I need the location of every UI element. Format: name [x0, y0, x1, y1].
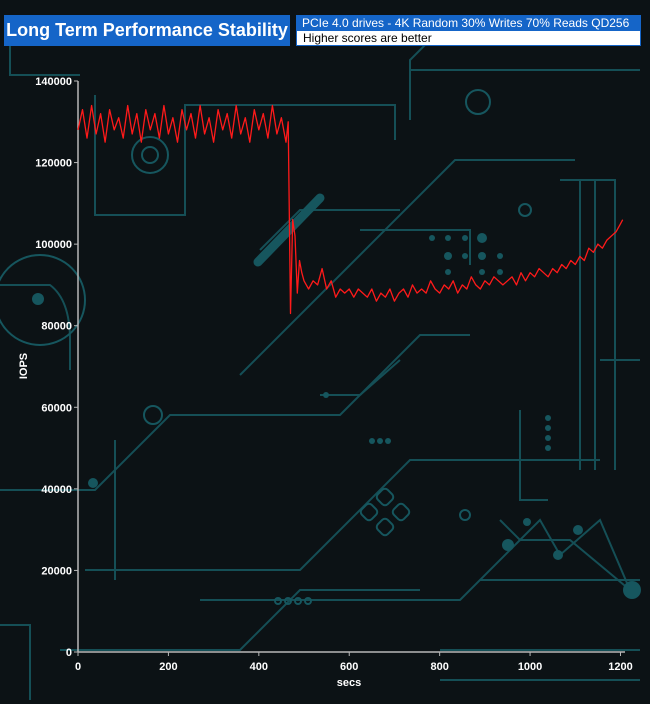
x-tick-label: 400 — [250, 661, 268, 673]
x-tick-label: 0 — [75, 661, 81, 673]
series-line — [77, 104, 624, 315]
line-chart: 020000400006000080000100000120000140000 … — [18, 76, 633, 689]
y-tick-label: 100000 — [35, 239, 72, 251]
x-axis-label: secs — [337, 677, 361, 689]
y-tick-label: 40000 — [41, 484, 72, 496]
x-tick-label: 1200 — [608, 661, 632, 673]
y-tick-label: 140000 — [35, 76, 72, 88]
x-tick-label: 200 — [159, 661, 177, 673]
y-tick-label: 0 — [66, 647, 72, 659]
x-tick-label: 1000 — [518, 661, 542, 673]
y-tick-label: 20000 — [41, 565, 72, 577]
x-tick-group: 0 200 400 600 800 1000 1200 — [75, 652, 633, 673]
y-tick-label: 80000 — [41, 321, 72, 333]
y-axis-label: IOPS — [18, 353, 30, 379]
y-tick-label: 60000 — [41, 402, 72, 414]
plot-area — [77, 104, 624, 315]
y-tick-group: 0 20000 40000 60000 80000 100000 120000 140000 — [35, 76, 78, 659]
x-tick-label: 600 — [340, 661, 358, 673]
y-tick-label: 120000 — [35, 158, 72, 170]
chart-panel: Long Term Performance Stability PCIe 4.0… — [0, 0, 650, 704]
x-tick-label: 800 — [430, 661, 448, 673]
